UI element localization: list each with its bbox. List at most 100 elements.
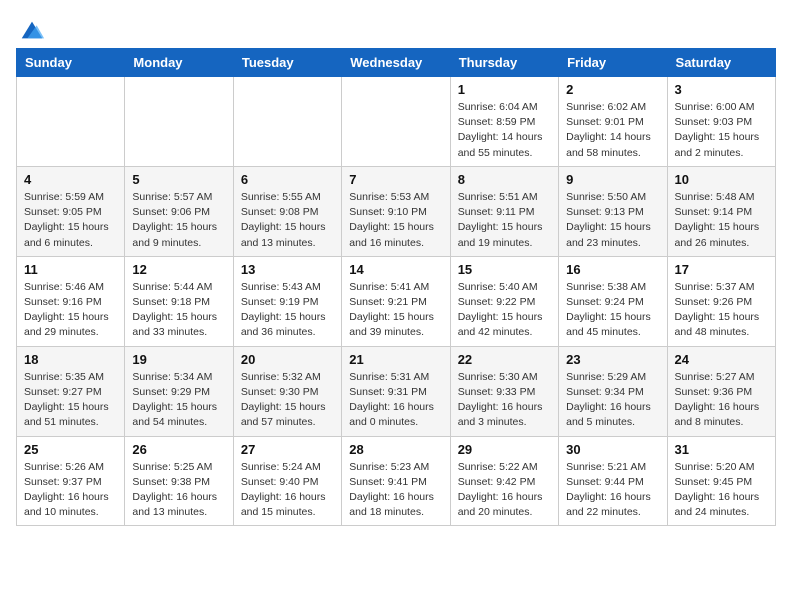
- logo-icon: [18, 16, 46, 44]
- day-info: Sunrise: 5:46 AMSunset: 9:16 PMDaylight:…: [24, 280, 117, 341]
- day-info: Sunrise: 6:00 AMSunset: 9:03 PMDaylight:…: [675, 100, 768, 161]
- day-info: Sunrise: 5:30 AMSunset: 9:33 PMDaylight:…: [458, 370, 551, 431]
- calendar-cell: 16 Sunrise: 5:38 AMSunset: 9:24 PMDayligh…: [559, 256, 667, 346]
- day-number: 10: [675, 172, 768, 187]
- day-info: Sunrise: 5:38 AMSunset: 9:24 PMDaylight:…: [566, 280, 659, 341]
- week-row-3: 11 Sunrise: 5:46 AMSunset: 9:16 PMDayligh…: [17, 256, 776, 346]
- calendar-cell: 30 Sunrise: 5:21 AMSunset: 9:44 PMDayligh…: [559, 436, 667, 526]
- day-number: 12: [132, 262, 225, 277]
- day-info: Sunrise: 5:48 AMSunset: 9:14 PMDaylight:…: [675, 190, 768, 251]
- calendar-cell: 1 Sunrise: 6:04 AMSunset: 8:59 PMDaylight…: [450, 77, 558, 167]
- day-info: Sunrise: 5:26 AMSunset: 9:37 PMDaylight:…: [24, 460, 117, 521]
- day-info: Sunrise: 5:34 AMSunset: 9:29 PMDaylight:…: [132, 370, 225, 431]
- day-info: Sunrise: 5:57 AMSunset: 9:06 PMDaylight:…: [132, 190, 225, 251]
- day-info: Sunrise: 5:41 AMSunset: 9:21 PMDaylight:…: [349, 280, 442, 341]
- calendar-cell: 19 Sunrise: 5:34 AMSunset: 9:29 PMDayligh…: [125, 346, 233, 436]
- day-number: 29: [458, 442, 551, 457]
- day-info: Sunrise: 5:53 AMSunset: 9:10 PMDaylight:…: [349, 190, 442, 251]
- day-number: 30: [566, 442, 659, 457]
- day-number: 13: [241, 262, 334, 277]
- day-number: 9: [566, 172, 659, 187]
- day-info: Sunrise: 5:59 AMSunset: 9:05 PMDaylight:…: [24, 190, 117, 251]
- weekday-header-saturday: Saturday: [667, 49, 775, 77]
- calendar-cell: 27 Sunrise: 5:24 AMSunset: 9:40 PMDayligh…: [233, 436, 341, 526]
- calendar-cell: [125, 77, 233, 167]
- calendar-cell: 9 Sunrise: 5:50 AMSunset: 9:13 PMDaylight…: [559, 166, 667, 256]
- day-number: 6: [241, 172, 334, 187]
- calendar-cell: 7 Sunrise: 5:53 AMSunset: 9:10 PMDaylight…: [342, 166, 450, 256]
- calendar-cell: 8 Sunrise: 5:51 AMSunset: 9:11 PMDaylight…: [450, 166, 558, 256]
- day-number: 7: [349, 172, 442, 187]
- day-number: 8: [458, 172, 551, 187]
- day-info: Sunrise: 5:23 AMSunset: 9:41 PMDaylight:…: [349, 460, 442, 521]
- calendar-cell: 6 Sunrise: 5:55 AMSunset: 9:08 PMDaylight…: [233, 166, 341, 256]
- calendar-cell: 5 Sunrise: 5:57 AMSunset: 9:06 PMDaylight…: [125, 166, 233, 256]
- calendar-cell: 29Sunrise: 5:22 AMSunset: 9:42 PMDayligh…: [450, 436, 558, 526]
- day-number: 4: [24, 172, 117, 187]
- day-info: Sunrise: 5:29 AMSunset: 9:34 PMDaylight:…: [566, 370, 659, 431]
- calendar-cell: 26Sunrise: 5:25 AMSunset: 9:38 PMDayligh…: [125, 436, 233, 526]
- day-number: 14: [349, 262, 442, 277]
- calendar-cell: [17, 77, 125, 167]
- page-header: [16, 16, 776, 40]
- weekday-header-wednesday: Wednesday: [342, 49, 450, 77]
- weekday-header-sunday: Sunday: [17, 49, 125, 77]
- day-number: 31: [675, 442, 768, 457]
- day-info: Sunrise: 5:51 AMSunset: 9:11 PMDaylight:…: [458, 190, 551, 251]
- calendar-cell: 12 Sunrise: 5:44 AMSunset: 9:18 PMDayligh…: [125, 256, 233, 346]
- calendar-cell: 4 Sunrise: 5:59 AMSunset: 9:05 PMDaylight…: [17, 166, 125, 256]
- day-number: 26: [132, 442, 225, 457]
- day-info: Sunrise: 5:50 AMSunset: 9:13 PMDaylight:…: [566, 190, 659, 251]
- day-number: 15: [458, 262, 551, 277]
- weekday-header-thursday: Thursday: [450, 49, 558, 77]
- day-info: Sunrise: 5:55 AMSunset: 9:08 PMDaylight:…: [241, 190, 334, 251]
- calendar-cell: 21Sunrise: 5:31 AMSunset: 9:31 PMDayligh…: [342, 346, 450, 436]
- day-number: 2: [566, 82, 659, 97]
- day-info: Sunrise: 6:02 AMSunset: 9:01 PMDaylight:…: [566, 100, 659, 161]
- day-number: 28: [349, 442, 442, 457]
- calendar-cell: 24Sunrise: 5:27 AMSunset: 9:36 PMDayligh…: [667, 346, 775, 436]
- day-number: 25: [24, 442, 117, 457]
- weekday-header-friday: Friday: [559, 49, 667, 77]
- weekday-header-row: SundayMondayTuesdayWednesdayThursdayFrid…: [17, 49, 776, 77]
- day-number: 3: [675, 82, 768, 97]
- calendar-cell: 22 Sunrise: 5:30 AMSunset: 9:33 PMDayligh…: [450, 346, 558, 436]
- day-info: Sunrise: 6:04 AMSunset: 8:59 PMDaylight:…: [458, 100, 551, 161]
- weekday-header-monday: Monday: [125, 49, 233, 77]
- day-info: Sunrise: 5:32 AMSunset: 9:30 PMDaylight:…: [241, 370, 334, 431]
- week-row-5: 25 Sunrise: 5:26 AMSunset: 9:37 PMDayligh…: [17, 436, 776, 526]
- weekday-header-tuesday: Tuesday: [233, 49, 341, 77]
- calendar-cell: 14 Sunrise: 5:41 AMSunset: 9:21 PMDayligh…: [342, 256, 450, 346]
- day-info: Sunrise: 5:44 AMSunset: 9:18 PMDaylight:…: [132, 280, 225, 341]
- calendar-cell: 2 Sunrise: 6:02 AMSunset: 9:01 PMDaylight…: [559, 77, 667, 167]
- calendar-cell: 31 Sunrise: 5:20 AMSunset: 9:45 PMDayligh…: [667, 436, 775, 526]
- day-info: Sunrise: 5:27 AMSunset: 9:36 PMDaylight:…: [675, 370, 768, 431]
- day-number: 17: [675, 262, 768, 277]
- calendar-cell: [342, 77, 450, 167]
- day-info: Sunrise: 5:24 AMSunset: 9:40 PMDaylight:…: [241, 460, 334, 521]
- week-row-1: 1 Sunrise: 6:04 AMSunset: 8:59 PMDaylight…: [17, 77, 776, 167]
- day-number: 5: [132, 172, 225, 187]
- calendar-cell: 10 Sunrise: 5:48 AMSunset: 9:14 PMDayligh…: [667, 166, 775, 256]
- calendar-cell: 15Sunrise: 5:40 AMSunset: 9:22 PMDayligh…: [450, 256, 558, 346]
- day-info: Sunrise: 5:20 AMSunset: 9:45 PMDaylight:…: [675, 460, 768, 521]
- day-info: Sunrise: 5:37 AMSunset: 9:26 PMDaylight:…: [675, 280, 768, 341]
- calendar-cell: 17 Sunrise: 5:37 AMSunset: 9:26 PMDayligh…: [667, 256, 775, 346]
- calendar-cell: 20 Sunrise: 5:32 AMSunset: 9:30 PMDayligh…: [233, 346, 341, 436]
- calendar-cell: 23 Sunrise: 5:29 AMSunset: 9:34 PMDayligh…: [559, 346, 667, 436]
- day-info: Sunrise: 5:21 AMSunset: 9:44 PMDaylight:…: [566, 460, 659, 521]
- day-number: 23: [566, 352, 659, 367]
- day-number: 22: [458, 352, 551, 367]
- day-number: 16: [566, 262, 659, 277]
- day-number: 1: [458, 82, 551, 97]
- day-number: 19: [132, 352, 225, 367]
- calendar-cell: [233, 77, 341, 167]
- day-info: Sunrise: 5:35 AMSunset: 9:27 PMDaylight:…: [24, 370, 117, 431]
- day-number: 27: [241, 442, 334, 457]
- day-number: 20: [241, 352, 334, 367]
- day-info: Sunrise: 5:31 AMSunset: 9:31 PMDaylight:…: [349, 370, 442, 431]
- day-number: 11: [24, 262, 117, 277]
- calendar-cell: 13Sunrise: 5:43 AMSunset: 9:19 PMDayligh…: [233, 256, 341, 346]
- calendar-cell: 11 Sunrise: 5:46 AMSunset: 9:16 PMDayligh…: [17, 256, 125, 346]
- week-row-4: 18Sunrise: 5:35 AMSunset: 9:27 PMDayligh…: [17, 346, 776, 436]
